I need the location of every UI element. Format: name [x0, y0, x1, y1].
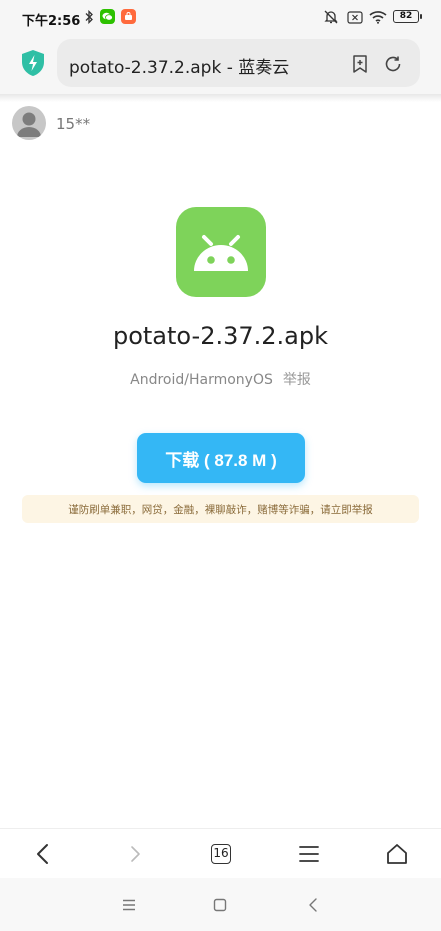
mute-icon: [322, 9, 340, 25]
status-time: 下午2:56: [22, 14, 81, 29]
home-square-icon[interactable]: [209, 894, 231, 916]
bluetooth-icon: [84, 9, 94, 25]
tabs-count: 16: [211, 844, 231, 864]
file-name: potato-2.37.2.apk: [112, 322, 329, 350]
fraud-warning-banner: 谨防刷单兼职，网贷，金融，裸聊敲诈，赌博等诈骗，请立即举报: [22, 495, 419, 523]
battery-icon: 82: [393, 10, 422, 23]
platform-row: Android/HarmonyOS 举报: [0, 369, 441, 389]
address-bar-shadow: [0, 94, 441, 102]
report-link[interactable]: 举报: [283, 372, 311, 388]
system-navigation-bar: [0, 878, 441, 931]
tabs-icon[interactable]: 16: [206, 839, 236, 869]
user-name: 15**: [56, 115, 91, 133]
wifi-icon: [368, 9, 388, 25]
wechat-icon: [100, 9, 115, 24]
url-text[interactable]: potato-2.37.2.apk - 蓝奏云: [69, 53, 289, 78]
browser-toolbar: 16: [0, 828, 441, 878]
orange-app-icon: [121, 9, 136, 24]
address-bar: potato-2.37.2.apk - 蓝奏云: [0, 36, 441, 94]
refresh-icon[interactable]: [383, 54, 403, 74]
android-icon: [176, 207, 266, 297]
sim-x-icon: [347, 9, 363, 25]
recents-icon[interactable]: [118, 894, 140, 916]
status-bar: 下午2:56 82: [0, 0, 441, 36]
download-button[interactable]: 下载 ( 87.8 M ): [137, 433, 305, 483]
back-icon[interactable]: [28, 839, 58, 869]
bookmark-add-icon[interactable]: [350, 54, 370, 74]
menu-icon[interactable]: [294, 839, 324, 869]
forward-icon[interactable]: [120, 839, 150, 869]
back-triangle-icon[interactable]: [302, 894, 324, 916]
url-field[interactable]: potato-2.37.2.apk - 蓝奏云: [57, 39, 420, 87]
home-icon[interactable]: [382, 839, 412, 869]
platform-text: Android/HarmonyOS: [130, 372, 273, 388]
shield-icon[interactable]: [20, 49, 46, 77]
avatar[interactable]: [12, 106, 46, 140]
